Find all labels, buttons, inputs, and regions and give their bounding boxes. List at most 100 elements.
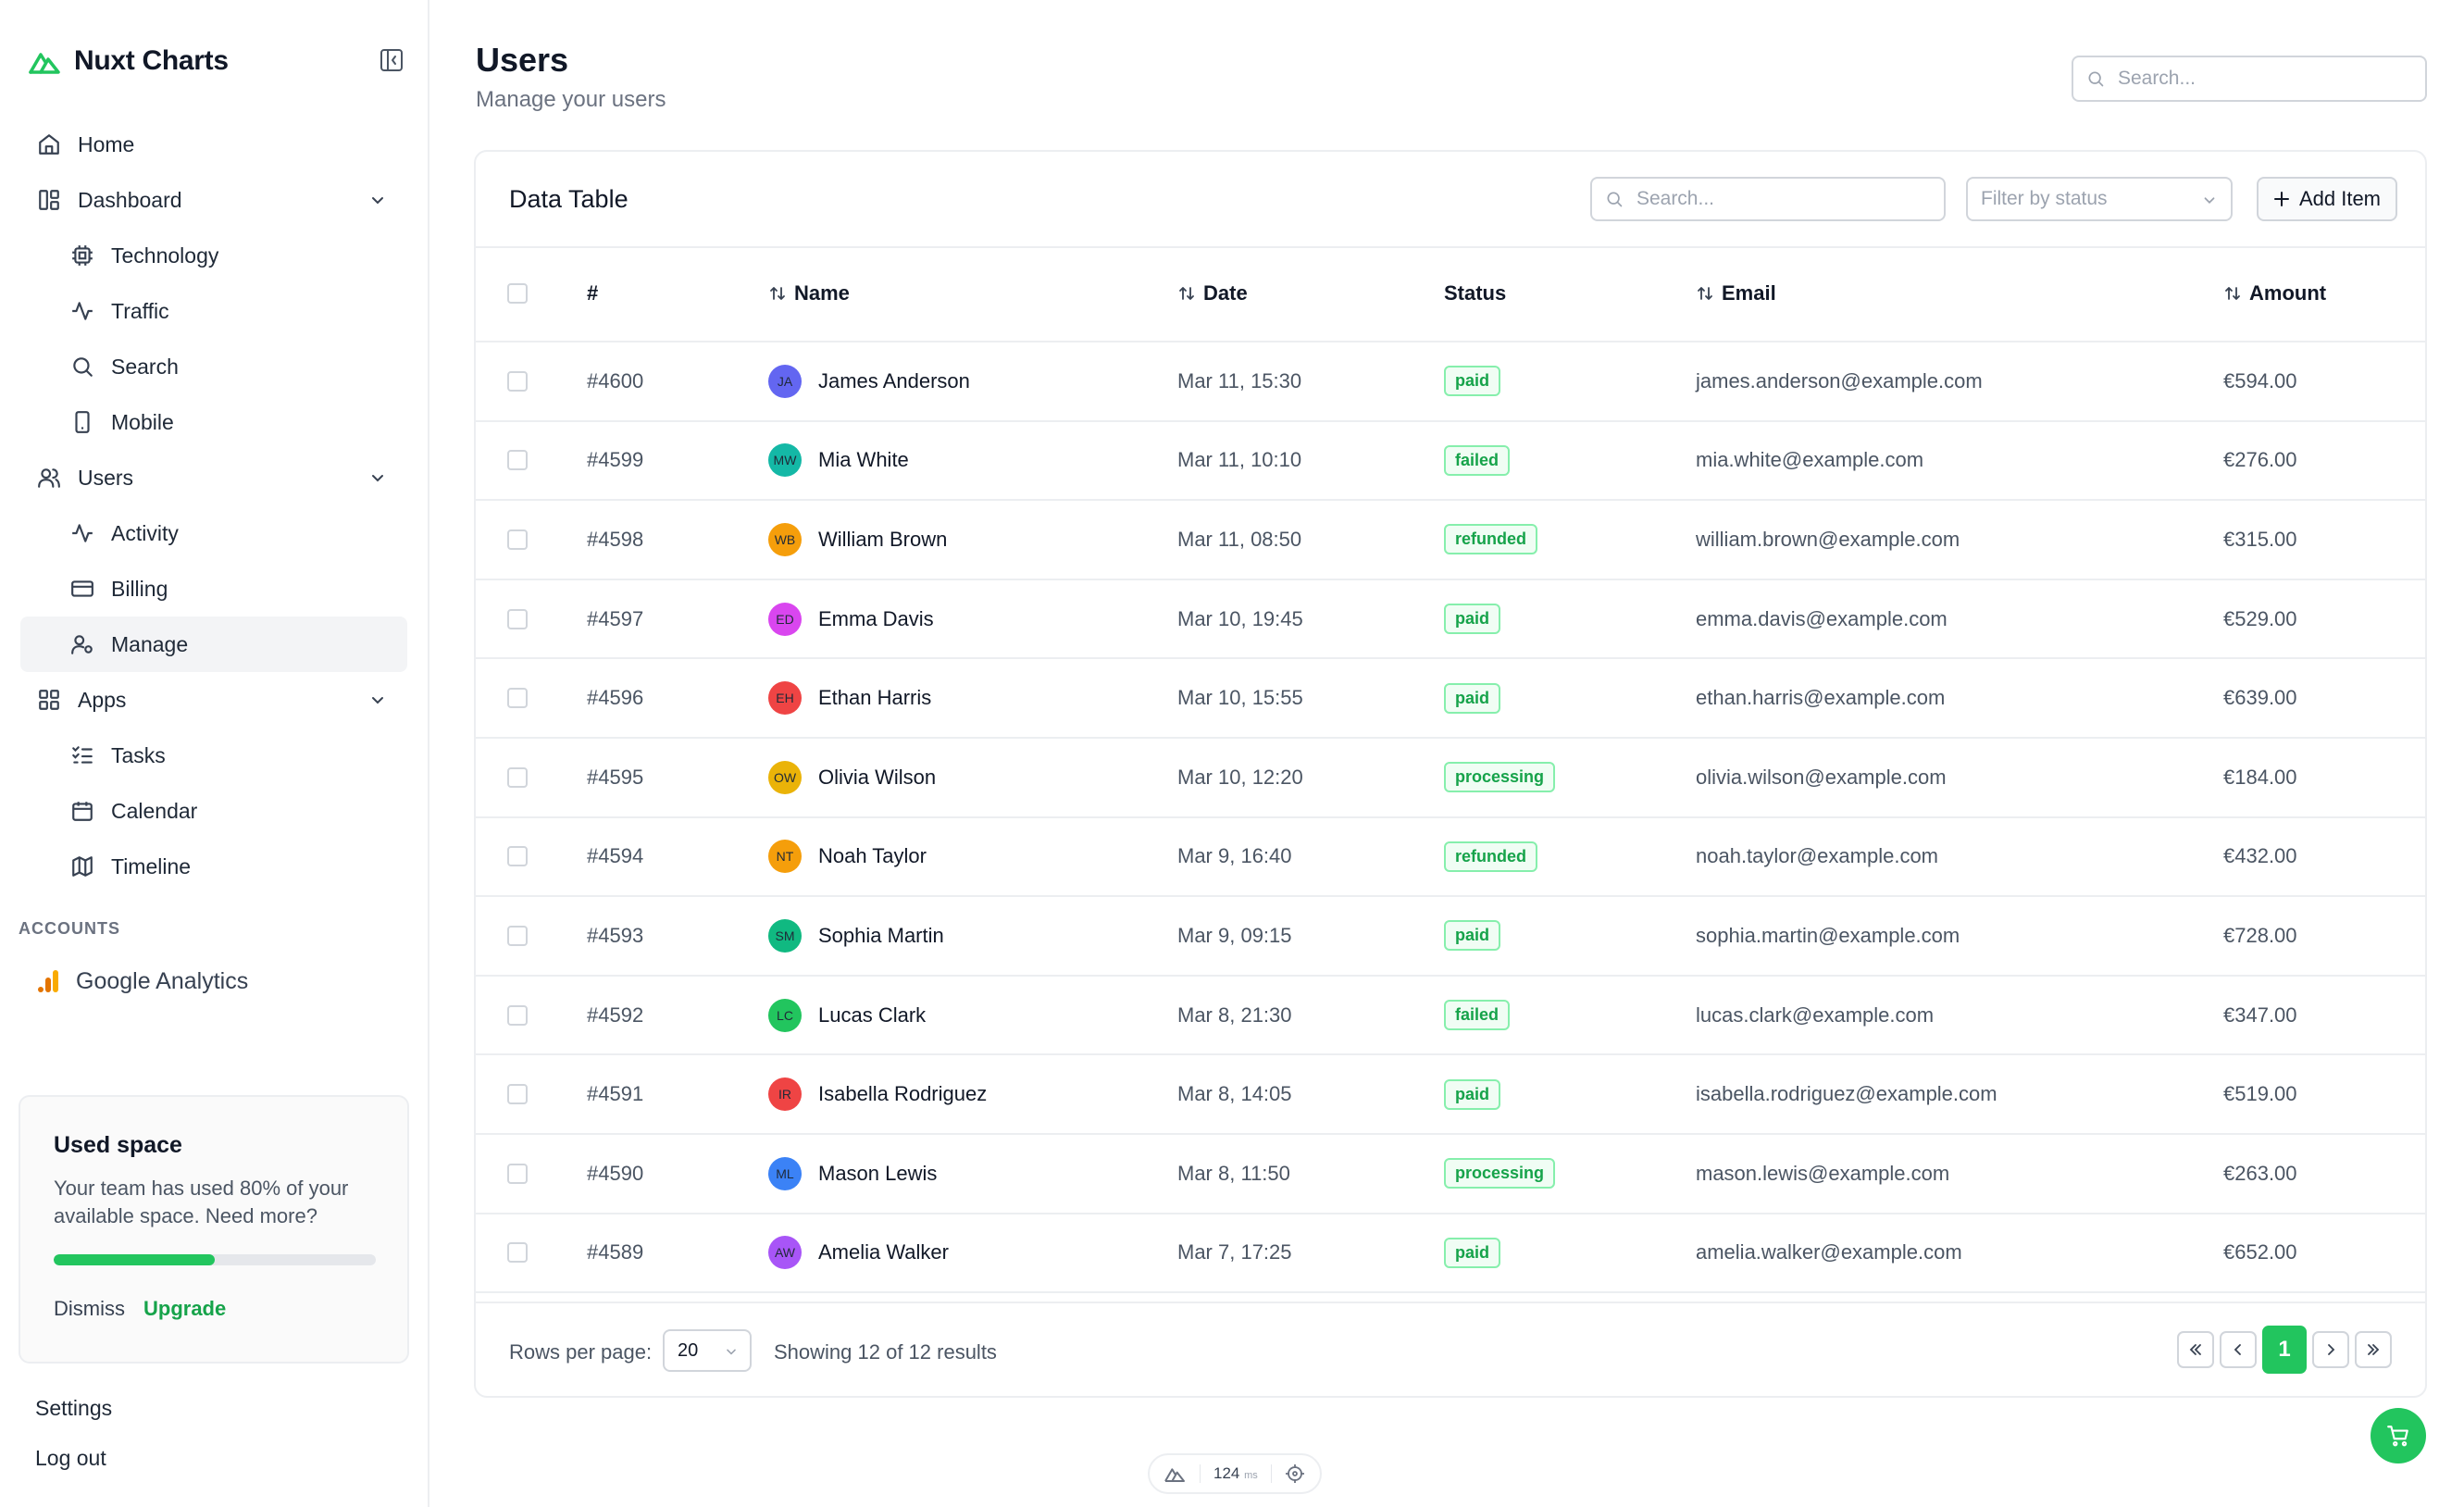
brand[interactable]: Nuxt Charts xyxy=(28,43,229,80)
results-summary: Showing 12 of 12 results xyxy=(774,1340,997,1364)
avatar: AW xyxy=(768,1236,802,1270)
settings-link[interactable]: Settings xyxy=(35,1396,112,1421)
row-checkbox[interactable] xyxy=(507,766,528,788)
table-row[interactable]: #4592 LC Lucas Clark Mar 8, 21:30 failed luca… xyxy=(476,977,2425,1056)
collapse-sidebar-icon[interactable] xyxy=(380,48,404,72)
table-row[interactable]: #4595 OW Olivia Wilson Mar 10, 12:20 process… xyxy=(476,739,2425,818)
global-search-input[interactable] xyxy=(2117,68,2425,90)
cell-status: paid xyxy=(1444,580,1501,658)
grid-icon xyxy=(39,690,59,710)
chevron-down-icon[interactable] xyxy=(368,191,387,209)
status-badge: paid xyxy=(1444,1237,1501,1268)
table-row[interactable]: #4590 ML Mason Lewis Mar 8, 11:50 processing… xyxy=(476,1135,2425,1214)
first-page-button[interactable] xyxy=(2177,1331,2214,1368)
page-button-current[interactable]: 1 xyxy=(2262,1326,2307,1374)
row-checkbox[interactable] xyxy=(507,925,528,946)
table-search[interactable] xyxy=(1590,177,1946,221)
cell-name: LC Lucas Clark xyxy=(768,977,926,1054)
dashboard-icon xyxy=(39,190,59,210)
user-cog-icon xyxy=(71,635,93,654)
sidebar-item-home[interactable]: Home xyxy=(20,117,407,172)
status-badge: processing xyxy=(1444,762,1556,793)
sidebar-item-dashboard[interactable]: Dashboard xyxy=(20,172,407,228)
cell-name: ML Mason Lewis xyxy=(768,1135,937,1213)
sidebar-item-mobile[interactable]: Mobile xyxy=(20,394,407,450)
cell-email: isabella.rodriguez@example.com xyxy=(1696,1082,1997,1106)
chevron-down-icon[interactable] xyxy=(368,468,387,487)
table-row[interactable]: #4594 NT Noah Taylor Mar 9, 16:40 refunded no… xyxy=(476,818,2425,898)
table-body: #4600 JA James Anderson Mar 11, 15:30 paid ja… xyxy=(476,342,2425,1294)
nuxt-devtools-bar[interactable]: 124 ms xyxy=(1148,1453,1322,1494)
row-checkbox[interactable] xyxy=(507,1242,528,1264)
sidebar-item-activity[interactable]: Activity xyxy=(20,505,407,561)
row-checkbox[interactable] xyxy=(507,688,528,709)
table-row[interactable]: #4598 WB William Brown Mar 11, 08:50 refunde… xyxy=(476,501,2425,580)
smartphone-icon xyxy=(75,411,90,433)
cell-email: olivia.wilson@example.com xyxy=(1696,765,1947,789)
sidebar-item-timeline[interactable]: Timeline xyxy=(20,839,407,894)
dismiss-button[interactable]: Dismiss xyxy=(54,1297,125,1321)
column-header-email[interactable]: Email xyxy=(1696,281,1776,305)
table-row[interactable]: #4596 EH Ethan Harris Mar 10, 15:55 paid etha… xyxy=(476,659,2425,739)
sidebar-item-tasks[interactable]: Tasks xyxy=(20,728,407,783)
user-name: Mason Lewis xyxy=(818,1161,938,1185)
chevron-down-icon[interactable] xyxy=(368,691,387,709)
last-page-button[interactable] xyxy=(2355,1331,2392,1368)
upgrade-button[interactable]: Upgrade xyxy=(143,1297,226,1321)
sidebar-item-technology[interactable]: Technology xyxy=(20,228,407,283)
used-space-progress-fill xyxy=(54,1254,215,1265)
sidebar-item-label: Home xyxy=(78,131,135,156)
column-header-name[interactable]: Name xyxy=(768,281,850,305)
sidebar-item-calendar[interactable]: Calendar xyxy=(20,783,407,839)
add-item-button[interactable]: Add Item xyxy=(2257,177,2397,221)
row-select-cell xyxy=(507,818,528,896)
status-filter-select[interactable]: Filter by status xyxy=(1966,177,2233,221)
table-row[interactable]: #4599 MW Mia White Mar 11, 10:10 failed mia.w… xyxy=(476,422,2425,502)
status-badge: paid xyxy=(1444,604,1501,635)
row-checkbox[interactable] xyxy=(507,1084,528,1105)
cell-status: paid xyxy=(1444,897,1501,975)
avatar: MW xyxy=(768,443,802,478)
row-select-cell xyxy=(507,580,528,658)
sidebar-item-search[interactable]: Search xyxy=(20,339,407,394)
cart-fab-button[interactable] xyxy=(2371,1408,2426,1463)
table-search-input[interactable] xyxy=(1636,188,1944,210)
rows-per-page-select[interactable]: 20 xyxy=(663,1329,752,1372)
row-checkbox[interactable] xyxy=(507,529,528,550)
sidebar-item-billing[interactable]: Billing xyxy=(20,561,407,616)
table-row[interactable]: #4600 JA James Anderson Mar 11, 15:30 paid ja… xyxy=(476,342,2425,422)
cell-date: Mar 10, 12:20 xyxy=(1177,765,1303,789)
row-checkbox[interactable] xyxy=(507,1163,528,1184)
next-page-button[interactable] xyxy=(2312,1331,2349,1368)
global-search[interactable] xyxy=(2072,56,2427,102)
sidebar-item-users[interactable]: Users xyxy=(20,450,407,505)
column-header-amount[interactable]: Amount xyxy=(2223,281,2326,305)
sidebar-item-apps[interactable]: Apps xyxy=(20,672,407,728)
column-header-date[interactable]: Date xyxy=(1177,281,1248,305)
sidebar-item-manage[interactable]: Manage xyxy=(20,616,407,672)
cell-name: OW Olivia Wilson xyxy=(768,739,936,816)
row-checkbox[interactable] xyxy=(507,608,528,629)
crosshair-icon[interactable] xyxy=(1285,1463,1305,1484)
row-checkbox[interactable] xyxy=(507,450,528,471)
avatar: WB xyxy=(768,522,802,556)
row-checkbox[interactable] xyxy=(507,370,528,392)
table-row[interactable]: #4589 AW Amelia Walker Mar 7, 17:25 paid amel… xyxy=(476,1214,2425,1294)
sidebar-item-traffic[interactable]: Traffic xyxy=(20,283,407,339)
cell-id: #4596 xyxy=(587,686,644,710)
table-row[interactable]: #4593 SM Sophia Martin Mar 9, 09:15 paid soph… xyxy=(476,897,2425,977)
prev-page-button[interactable] xyxy=(2220,1331,2257,1368)
logout-link[interactable]: Log out xyxy=(35,1446,106,1471)
used-space-progress xyxy=(54,1254,376,1265)
row-checkbox[interactable] xyxy=(507,846,528,867)
table-row[interactable]: #4591 IR Isabella Rodriguez Mar 8, 14:05 pai… xyxy=(476,1055,2425,1135)
select-all-checkbox[interactable] xyxy=(507,283,528,304)
status-badge: failed xyxy=(1444,1000,1511,1031)
table-row[interactable]: #4597 ED Emma Davis Mar 10, 19:45 paid emma.d… xyxy=(476,580,2425,660)
row-select-cell xyxy=(507,897,528,975)
row-checkbox[interactable] xyxy=(507,1004,528,1026)
cpu-icon xyxy=(72,245,93,266)
rows-per-page-label: Rows per page: xyxy=(509,1340,653,1364)
account-google-analytics[interactable]: Google Analytics xyxy=(35,963,248,1000)
cell-status: paid xyxy=(1444,1055,1501,1133)
